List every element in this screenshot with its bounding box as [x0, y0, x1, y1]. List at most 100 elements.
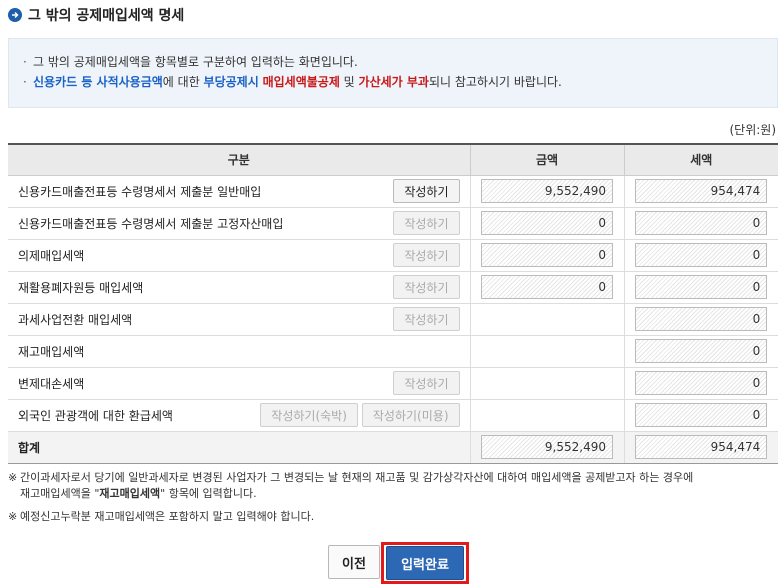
amount-cell — [469, 335, 624, 368]
amount-cell — [469, 175, 624, 208]
row-buttons: 작성하기 — [393, 307, 460, 331]
row-label: 외국인 관광객에 대한 환급세액 — [18, 408, 173, 423]
write-button[interactable]: 작성하기 — [393, 275, 460, 299]
table-row: 의제매입세액 작성하기 — [8, 239, 778, 272]
row-buttons: 작성하기 — [393, 371, 460, 395]
write-button[interactable]: 작성하기(숙박) — [260, 403, 358, 427]
category-cell-content: 신용카드매출전표등 수령명세서 제출분 일반매입 작성하기 — [8, 179, 470, 203]
tax-cell — [623, 399, 778, 432]
deduction-table: 구분 금액 세액 신용카드매출전표등 수령명세서 제출분 일반매입작성하기신용카… — [8, 143, 778, 464]
total-row: 합계 — [8, 431, 778, 464]
category-cell-content: 변제대손세액 작성하기 — [8, 371, 470, 395]
unit-label: (단위:원) — [729, 123, 776, 137]
tax-input[interactable] — [635, 211, 768, 235]
write-button[interactable]: 작성하기 — [393, 243, 460, 267]
category-cell: 재활용폐자원등 매입세액 작성하기 — [8, 271, 470, 304]
category-cell-content: 재고매입세액 — [8, 343, 470, 360]
row-label: 재활용폐자원등 매입세액 — [18, 280, 144, 295]
category-cell-content: 의제매입세액 작성하기 — [8, 243, 470, 267]
amount-cell — [469, 239, 624, 272]
row-label: 의제매입세액 — [18, 248, 85, 263]
category-cell: 신용카드매출전표등 수령명세서 제출분 일반매입 작성하기 — [8, 175, 470, 208]
category-cell: 재고매입세액 — [8, 335, 470, 368]
amount-input[interactable] — [481, 211, 613, 235]
note-1: ※ 간이과세자로서 당기에 일반과세자로 변경된 사업자가 그 변경되는 날 현재… — [8, 471, 694, 500]
amount-cell — [469, 271, 624, 304]
table-row: 신용카드매출전표등 수령명세서 제출분 일반매입 작성하기 — [8, 175, 778, 208]
row-buttons: 작성하기(숙박) 작성하기(미용) — [260, 403, 460, 427]
tax-cell — [623, 303, 778, 336]
note-2: ※ 예정신고누락분 재고매입세액은 포함하지 말고 입력해야 합니다. — [8, 510, 315, 523]
tax-cell — [623, 335, 778, 368]
amount-cell — [469, 399, 624, 432]
amount-cell — [469, 207, 624, 240]
total-label-cell: 합계 — [8, 431, 470, 464]
total-tax-cell — [623, 431, 778, 464]
tax-input[interactable] — [635, 403, 768, 427]
tax-input[interactable] — [635, 243, 768, 267]
arrow-right-circle-icon — [8, 8, 22, 22]
table-row: 외국인 관광객에 대한 환급세액 작성하기(숙박) 작성하기(미용) — [8, 399, 778, 432]
prev-button[interactable]: 이전 — [328, 545, 380, 579]
total-tax-input[interactable] — [635, 435, 768, 459]
category-cell-content: 재활용폐자원등 매입세액 작성하기 — [8, 275, 470, 299]
total-label-content: 합계 — [8, 439, 470, 456]
tax-cell — [623, 239, 778, 272]
amount-input[interactable] — [481, 243, 613, 267]
row-label: 신용카드매출전표등 수령명세서 제출분 고정자산매입 — [18, 216, 284, 231]
amount-cell — [469, 303, 624, 336]
total-amount-cell — [469, 431, 624, 464]
table-row: 재활용폐자원등 매입세액 작성하기 — [8, 271, 778, 304]
page-title-bar: 그 밖의 공제매입세액 명세 — [8, 4, 184, 26]
table-row: 과세사업전환 매입세액 작성하기 — [8, 303, 778, 336]
row-label: 재고매입세액 — [18, 344, 85, 359]
info-line-2: · 신용카드 등 사적사용금액에 대한 부당공제시 매입세액불공제 및 가산세가 … — [23, 72, 763, 92]
tax-input[interactable] — [635, 275, 768, 299]
row-buttons: 작성하기 — [393, 275, 460, 299]
tax-cell — [623, 367, 778, 400]
tax-input[interactable] — [635, 371, 768, 395]
info-line-1: · 그 밖의 공제매입세액을 항목별로 구분하여 입력하는 화면입니다. — [23, 52, 763, 72]
tax-cell — [623, 271, 778, 304]
amount-input[interactable] — [481, 179, 613, 203]
write-button[interactable]: 작성하기 — [393, 371, 460, 395]
submit-button[interactable]: 입력완료 — [386, 546, 464, 580]
header-category: 구분 — [8, 143, 470, 176]
category-cell: 변제대손세액 작성하기 — [8, 367, 470, 400]
action-bar: 이전 입력완료 — [0, 542, 780, 584]
bullet-icon: · — [23, 75, 27, 89]
write-button[interactable]: 작성하기 — [393, 307, 460, 331]
category-cell-content: 과세사업전환 매입세액 작성하기 — [8, 307, 470, 331]
amount-cell — [469, 367, 624, 400]
tax-input[interactable] — [635, 179, 768, 203]
write-button[interactable]: 작성하기(미용) — [361, 403, 460, 427]
category-cell-content: 신용카드매출전표등 수령명세서 제출분 고정자산매입 작성하기 — [8, 211, 470, 235]
row-buttons: 작성하기 — [393, 179, 460, 203]
tax-cell — [623, 175, 778, 208]
row-label: 변제대손세액 — [18, 376, 85, 391]
row-label: 과세사업전환 매입세액 — [18, 312, 133, 327]
category-cell-content: 외국인 관광객에 대한 환급세액 작성하기(숙박) 작성하기(미용) — [8, 403, 470, 427]
tax-cell — [623, 207, 778, 240]
write-button[interactable]: 작성하기 — [393, 179, 460, 203]
amount-input[interactable] — [481, 275, 613, 299]
category-cell: 의제매입세액 작성하기 — [8, 239, 470, 272]
row-buttons: 작성하기 — [393, 243, 460, 267]
tax-input[interactable] — [635, 307, 768, 331]
write-button[interactable]: 작성하기 — [393, 211, 460, 235]
header-tax: 세액 — [623, 143, 778, 176]
total-amount-input[interactable] — [481, 435, 613, 459]
total-label: 합계 — [18, 440, 41, 455]
table-row: 재고매입세액 — [8, 335, 778, 368]
category-cell: 외국인 관광객에 대한 환급세액 작성하기(숙박) 작성하기(미용) — [8, 399, 470, 432]
table-row: 신용카드매출전표등 수령명세서 제출분 고정자산매입 작성하기 — [8, 207, 778, 240]
header-amount: 금액 — [469, 143, 624, 176]
page-title: 그 밖의 공제매입세액 명세 — [28, 8, 185, 24]
table-row: 변제대손세액 작성하기 — [8, 367, 778, 400]
category-cell: 과세사업전환 매입세액 작성하기 — [8, 303, 470, 336]
tax-input[interactable] — [635, 339, 768, 363]
category-cell: 신용카드매출전표등 수령명세서 제출분 고정자산매입 작성하기 — [8, 207, 470, 240]
row-buttons: 작성하기 — [393, 211, 460, 235]
bullet-icon: · — [23, 55, 27, 69]
row-label: 신용카드매출전표등 수령명세서 제출분 일반매입 — [18, 184, 262, 199]
